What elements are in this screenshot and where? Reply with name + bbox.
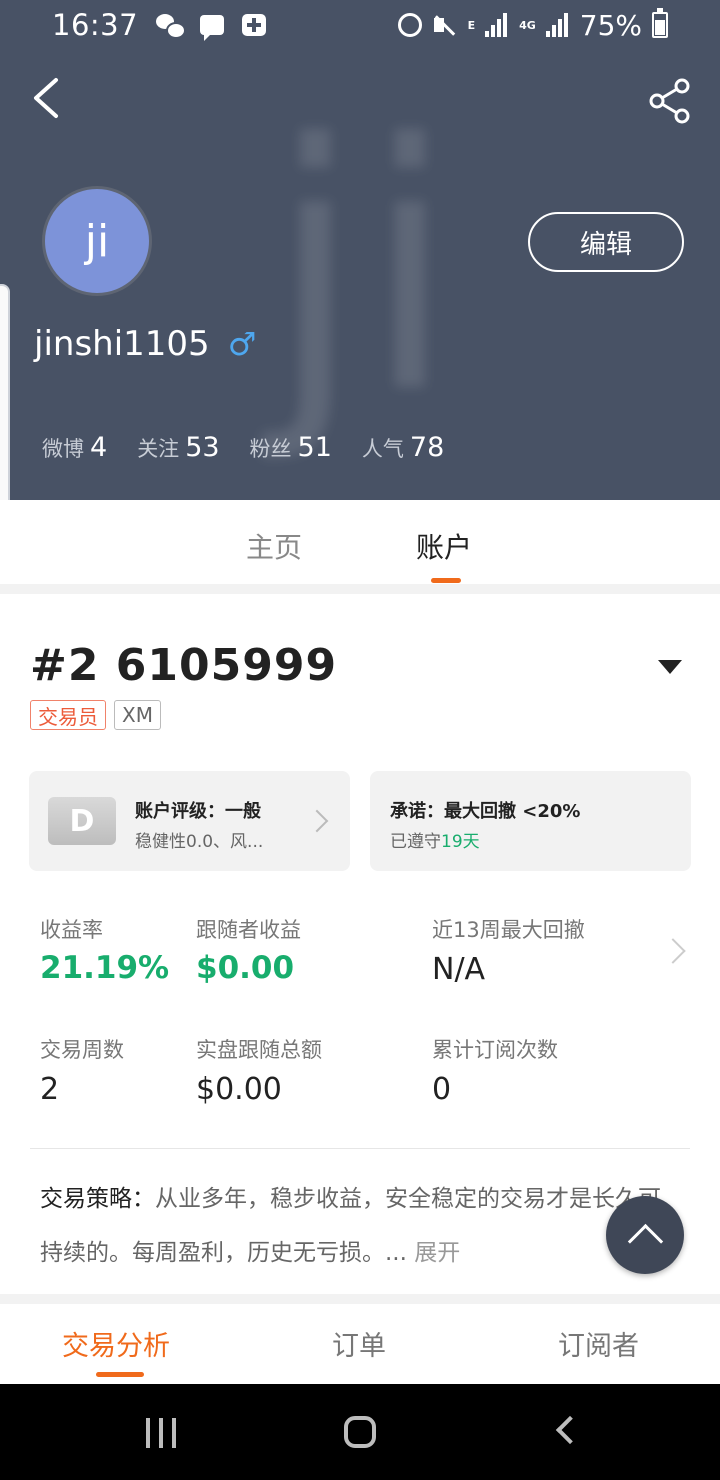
stat-value: 51 <box>297 432 332 463</box>
username: jinshi1105 <box>34 324 210 364</box>
profile-header: ji 16:37 E 4G 75% ji 编辑 jinshi1105 ♂ 微博 … <box>0 0 720 500</box>
grade-badge: D <box>48 797 116 845</box>
expand-link[interactable]: 展开 <box>414 1240 460 1266</box>
metric-value-follow-total: $0.00 <box>196 1072 282 1107</box>
avatar[interactable]: ji <box>42 186 152 296</box>
broker-badge: XM <box>114 700 161 730</box>
promise-card: 承诺：最大回撤 <20% 已遵守19天 <box>370 771 691 871</box>
metric-label-subscriptions: 累计订阅次数 <box>432 1038 558 1062</box>
metric-label-follow-total: 实盘跟随总额 <box>196 1038 322 1062</box>
promise-subtitle-prefix: 已遵守 <box>390 832 441 852</box>
chevron-right-icon <box>305 809 329 833</box>
metric-label-trading-weeks: 交易周数 <box>40 1038 124 1062</box>
wechat-icon <box>156 12 187 39</box>
status-time: 16:37 <box>52 8 139 42</box>
rating-title: 账户评级：一般 <box>135 801 261 822</box>
metric-value-subscriptions: 0 <box>432 1072 452 1107</box>
signal-icon-2 <box>545 13 570 37</box>
alarm-icon <box>397 13 422 37</box>
metric-label-follower-profit: 跟随者收益 <box>196 918 301 942</box>
account-title: #2 6105999 <box>30 640 338 691</box>
metric-value-trading-weeks: 2 <box>40 1072 60 1107</box>
trading-strategy: 交易策略：从业多年，稳步收益，安全稳定的交易才是长久可持续的。每周盈利，历史无亏… <box>40 1172 680 1280</box>
mute-icon <box>432 12 458 38</box>
stat-popularity[interactable]: 人气 78 <box>362 432 444 463</box>
promise-subtitle: 已遵守19天 <box>390 827 480 852</box>
strategy-label: 交易策略： <box>40 1186 155 1212</box>
stat-value: 53 <box>185 432 220 463</box>
profile-page: ji 16:37 E 4G 75% ji 编辑 jinshi1105 ♂ 微博 … <box>0 0 720 1480</box>
account-rating-card[interactable]: D 账户评级：一般 稳健性0.0、风... <box>29 771 350 871</box>
account-badges: 交易员 XM <box>30 700 161 730</box>
battery-icon <box>652 8 668 38</box>
stat-following[interactable]: 关注 53 <box>137 432 219 463</box>
stat-label: 关注 <box>137 437 180 461</box>
tab-orders[interactable]: 订单 <box>332 1324 386 1363</box>
nav-back-icon[interactable] <box>555 1415 585 1445</box>
stat-label: 粉丝 <box>249 437 292 461</box>
share-icon[interactable] <box>648 78 692 124</box>
network-4g-label: 4G <box>519 18 536 32</box>
profile-stats: 微博 4 关注 53 粉丝 51 人气 78 <box>42 432 444 463</box>
username-watermark: ji <box>268 72 457 468</box>
trader-badge: 交易员 <box>30 700 106 730</box>
system-nav-bar <box>0 1384 720 1480</box>
metrics-divider <box>30 1148 690 1149</box>
tab-home[interactable]: 主页 <box>246 526 302 566</box>
stat-followers[interactable]: 粉丝 51 <box>250 432 332 463</box>
tab-trade-analysis[interactable]: 交易分析 <box>62 1324 170 1363</box>
tab-account[interactable]: 账户 <box>416 526 472 566</box>
scroll-to-top-button[interactable] <box>606 1196 684 1274</box>
metric-value-follower-profit: $0.00 <box>196 950 295 986</box>
metric-label-max-drawdown: 近13周最大回撤 <box>432 918 585 942</box>
back-arrow-icon[interactable] <box>28 76 68 120</box>
metrics-chevron-right-icon[interactable] <box>660 938 686 964</box>
stat-label: 微博 <box>42 437 84 461</box>
profile-tabs: 主页 账户 <box>0 500 720 584</box>
stat-label: 人气 <box>361 437 404 461</box>
promise-title: 承诺：最大回撤 <20% <box>390 801 581 822</box>
status-bar: 16:37 E 4G 75% <box>0 0 720 50</box>
metric-label-return: 收益率 <box>40 918 103 942</box>
home-icon[interactable] <box>344 1416 376 1448</box>
tab-subscribers[interactable]: 订阅者 <box>558 1324 639 1363</box>
metric-value-return: 21.19% <box>40 950 170 986</box>
stat-value: 78 <box>409 432 445 463</box>
signal-icon <box>485 13 509 37</box>
metric-value-max-drawdown: N/A <box>432 952 486 987</box>
caret-down-icon[interactable] <box>658 660 682 674</box>
rating-subtitle: 稳健性0.0、风... <box>135 832 264 852</box>
stat-weibo[interactable]: 微博 4 <box>42 432 107 463</box>
battery-percent: 75% <box>579 8 642 42</box>
stat-value: 4 <box>90 432 108 463</box>
edit-profile-button[interactable]: 编辑 <box>528 212 684 272</box>
app-plus-icon <box>242 14 267 36</box>
active-tab-indicator <box>431 578 461 583</box>
message-icon <box>200 15 225 41</box>
section-divider-2 <box>0 1294 720 1304</box>
avatar-initials: ji <box>84 215 110 267</box>
network-e-label: E <box>467 18 476 32</box>
bottom-active-tab-indicator <box>96 1372 144 1377</box>
male-gender-icon: ♂ <box>227 325 257 363</box>
username-row: jinshi1105 ♂ <box>34 324 256 364</box>
promise-days: 19天 <box>441 832 480 852</box>
section-divider <box>0 584 720 594</box>
recent-apps-icon[interactable] <box>146 1418 176 1448</box>
